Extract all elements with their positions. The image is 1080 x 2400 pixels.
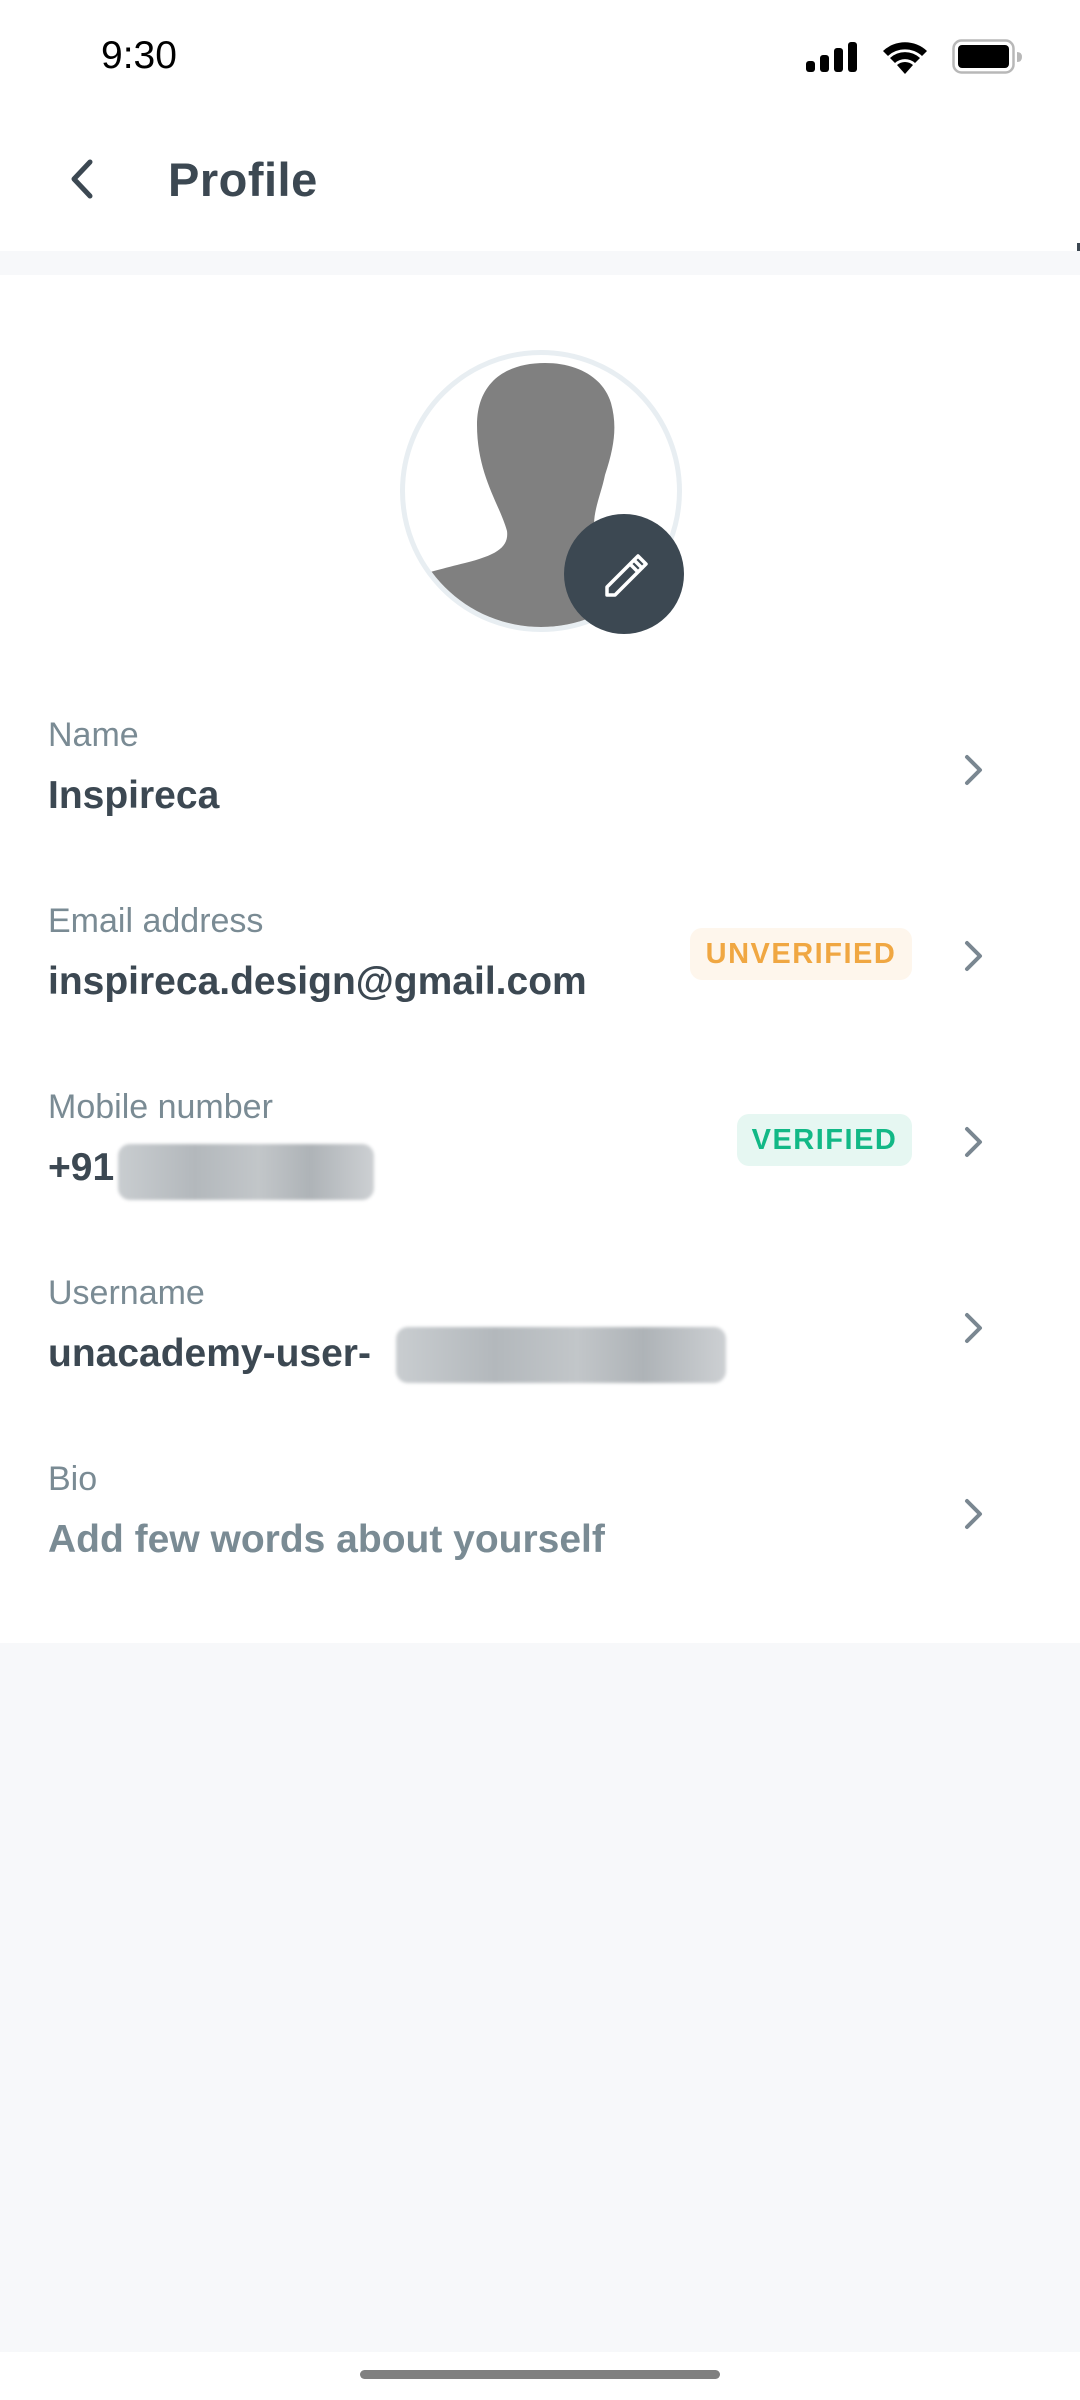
mobile-value: +91 [48, 1146, 115, 1189]
wifi-icon [883, 42, 927, 74]
pencil-icon [605, 554, 648, 597]
name-value: Inspireca [48, 774, 220, 817]
bio-label: Bio [48, 1460, 98, 1498]
mobile-label: Mobile number [48, 1088, 273, 1126]
chevron-right-icon [965, 755, 982, 785]
redacted-username-suffix [396, 1327, 726, 1383]
redacted-phone-number [118, 1144, 374, 1200]
chevron-right-icon [965, 941, 982, 971]
name-label: Name [48, 716, 139, 754]
battery-icon [952, 39, 1022, 74]
header-divider [0, 251, 1080, 275]
chevron-right-icon [965, 1313, 982, 1343]
unverified-badge: UNVERIFIED [690, 928, 912, 980]
chevron-left-icon [71, 159, 93, 199]
verified-badge: VERIFIED [737, 1114, 912, 1166]
page-title: Profile [168, 153, 318, 206]
username-value: unacademy-user- [48, 1332, 371, 1375]
mobile-row[interactable]: Mobile number +91 VERIFIED [0, 1088, 1080, 1274]
back-button[interactable] [56, 150, 112, 208]
bio-row[interactable]: Bio Add few words about yourself [0, 1460, 1080, 1646]
empty-background [0, 1643, 1080, 2352]
username-label: Username [48, 1274, 205, 1312]
username-row[interactable]: Username unacademy-user- [0, 1274, 1080, 1460]
chevron-right-icon [965, 1127, 982, 1157]
cellular-signal-icon [806, 42, 857, 72]
home-indicator[interactable] [360, 2370, 720, 2379]
bio-placeholder: Add few words about yourself [48, 1518, 605, 1561]
name-row[interactable]: Name Inspireca [0, 716, 1080, 902]
email-label: Email address [48, 902, 264, 940]
chevron-right-icon [965, 1499, 982, 1529]
edit-avatar-button[interactable] [564, 514, 684, 634]
email-row[interactable]: Email address inspireca.design@gmail.com… [0, 902, 1080, 1088]
email-value: inspireca.design@gmail.com [48, 960, 587, 1003]
status-time: 9:30 [101, 34, 177, 77]
